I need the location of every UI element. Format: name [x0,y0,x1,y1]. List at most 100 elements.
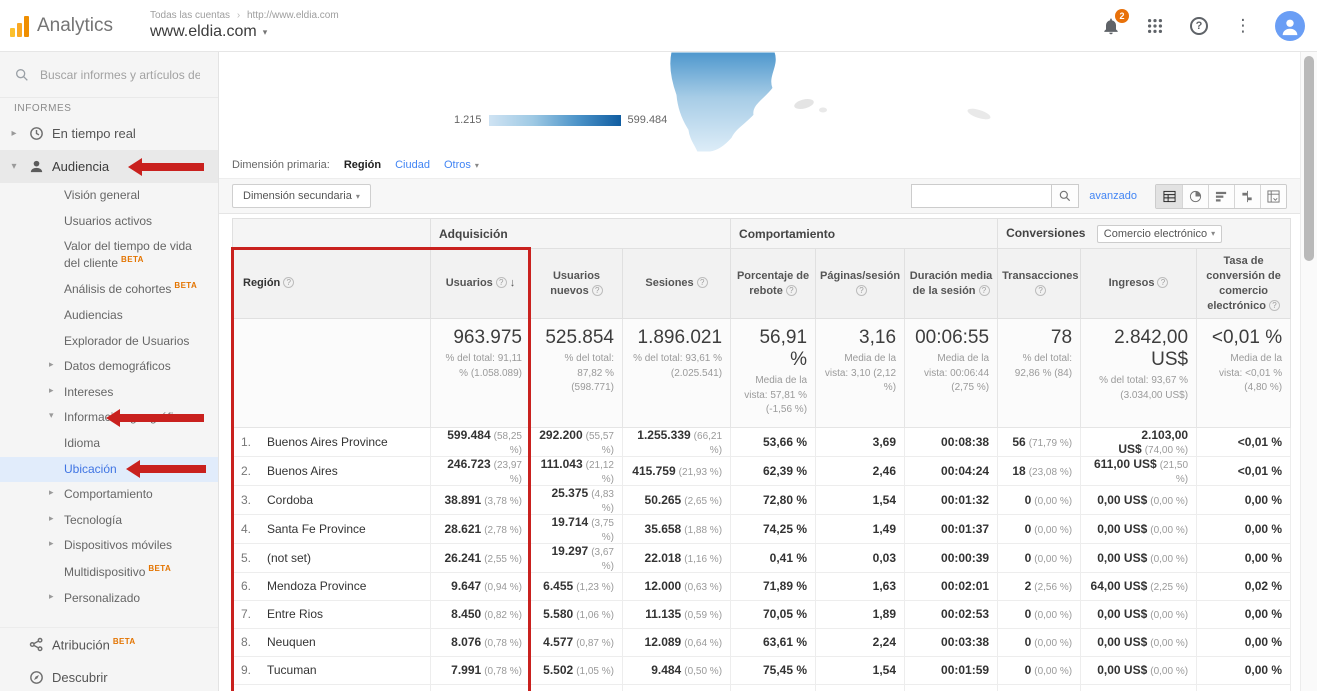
caret-right-icon[interactable]: ▸ [49,513,54,525]
pivot-view-button[interactable] [1260,185,1286,208]
sidebar-item-valor-tiempo-vida[interactable]: Valor del tiempo de vida del clienteBETA [0,234,218,276]
column-header-sesiones[interactable]: Sesiones? [623,249,731,319]
sidebar-item-audiencias[interactable]: Audiencias [0,303,218,329]
group-comportamiento: Comportamiento [731,219,998,249]
analytics-logo[interactable]: Analytics [10,15,140,37]
sidebar-item-en-tiempo-real[interactable]: ▸En tiempo real [0,117,218,150]
region-name-link[interactable]: Tucuman [267,663,317,677]
dimension-region[interactable]: Región [344,159,381,171]
sidebar-item-comportamiento[interactable]: ▸Comportamiento [0,482,218,508]
region-name-link[interactable]: Buenos Aires Province [267,435,388,449]
table-search-button[interactable] [1051,184,1079,208]
sidebar-item-atribucion[interactable]: AtribuciónBETA [0,627,218,661]
sidebar-search[interactable] [0,52,218,98]
help-icon[interactable]: ? [1157,277,1168,288]
apps-grid-button[interactable] [1143,14,1167,38]
column-header-porcentaje-rebote[interactable]: Porcentaje de rebote? [731,249,816,319]
column-header-paginas-sesion[interactable]: Páginas/sesión? [816,249,905,319]
region-name-link[interactable]: Entre Rios [267,607,323,621]
caret-right-icon[interactable]: ▸ [49,487,54,499]
column-header-region[interactable]: Región? [233,249,431,319]
help-icon[interactable]: ? [979,285,990,296]
conversions-type-select[interactable]: Comercio electrónico ▾ [1097,225,1222,243]
caret-right-icon[interactable]: ▸ [49,359,54,371]
metric-cell-porcentaje-rebote: 62,39 % [731,456,816,485]
user-avatar[interactable] [1275,11,1305,41]
caret-right-icon[interactable]: ▸ [49,538,54,550]
more-menu-button[interactable]: ⋮ [1231,14,1255,38]
metric-value: 0 [1025,522,1032,536]
advanced-search-link[interactable]: avanzado [1089,190,1137,202]
secondary-dimension-button[interactable]: Dimensión secundaria ▾ [232,184,371,208]
column-header-tasa-conversion[interactable]: Tasa de conversión de comercio electróni… [1197,249,1291,319]
notifications-button[interactable]: 2 [1099,14,1123,38]
sidebar-item-personalizado[interactable]: ▸Personalizado [0,586,218,612]
region-name-link[interactable]: Mendoza Province [267,579,366,593]
sidebar-item-analisis-cohortes[interactable]: Análisis de cohortesBETA [0,276,218,303]
caret-right-icon[interactable]: ▸ [8,128,20,139]
sidebar-item-label: Valor del tiempo de vida del clienteBETA [64,239,200,271]
metric-cell-ingresos: 64,00 US$(2,25 %) [1081,684,1197,691]
sidebar-item-dispositivos-moviles[interactable]: ▸Dispositivos móviles [0,533,218,559]
metric-cell-usuarios: 38.891(3,78 %) [431,485,531,514]
metric-value: 70,05 % [763,607,807,621]
metric-cell-usuarios: 6.347(0,62 %) [431,684,531,691]
help-icon[interactable]: ? [697,277,708,288]
region-name-link[interactable]: Buenos Aires [267,464,338,478]
help-icon[interactable]: ? [283,277,294,288]
region-name-link[interactable]: Neuquen [267,635,316,649]
help-icon[interactable]: ? [496,277,507,288]
percentage-view-button[interactable] [1182,185,1208,208]
summary-value: 3,16 [824,327,896,349]
help-icon[interactable]: ? [592,285,603,296]
sidebar-item-tecnologia[interactable]: ▸Tecnología [0,508,218,534]
region-name-link[interactable]: (not set) [267,551,311,565]
help-icon[interactable]: ? [786,285,797,296]
scrollbar-thumb[interactable] [1304,56,1314,261]
metric-value: 00:02:01 [941,579,989,593]
help-button[interactable]: ? [1187,14,1211,38]
table-view-button[interactable] [1156,185,1182,208]
column-header-transacciones[interactable]: Transacciones? [998,249,1081,319]
sidebar-item-explorador-usuarios[interactable]: Explorador de Usuarios [0,329,218,355]
sort-descending-icon[interactable]: ↓ [510,277,516,289]
caret-right-icon[interactable]: ▸ [49,385,54,397]
caret-down-icon[interactable]: ▾ [49,410,54,422]
help-icon[interactable]: ? [856,285,867,296]
sidebar-item-multidispositivo[interactable]: MultidispositivoBETA [0,559,218,586]
sidebar-item-idioma[interactable]: Idioma [0,431,218,457]
metric-value: 0,00 % [1245,551,1282,565]
caret-down-icon[interactable]: ▾ [8,161,20,172]
sidebar-search-input[interactable] [40,68,200,82]
metric-cell-usuarios-nuevos: 111.043(21,12 %) [531,456,623,485]
sidebar-item-descubrir[interactable]: Descubrir [0,661,218,691]
sidebar-item-datos-demograficos[interactable]: ▸Datos demográficos [0,354,218,380]
metric-value: 7.991 [451,663,481,677]
comparison-view-button[interactable] [1234,185,1260,208]
region-name-link[interactable]: Santa Fe Province [267,522,366,536]
metric-cell-ingresos: 0,00 US$(0,00 %) [1081,600,1197,628]
performance-view-button[interactable] [1208,185,1234,208]
sidebar-item-vision-general[interactable]: Visión general [0,183,218,209]
dimension-otros[interactable]: Otros▾ [444,159,479,171]
dimension-ciudad[interactable]: Ciudad [395,159,430,171]
sidebar-item-intereses[interactable]: ▸Intereses [0,380,218,406]
breadcrumb-accounts[interactable]: Todas las cuentas [150,10,230,21]
table-search-input[interactable] [911,184,1051,208]
region-cell: 2.Buenos Aires [233,456,431,485]
account-selector[interactable]: www.eldia.com ▾ [150,23,339,41]
column-header-usuarios[interactable]: Usuarios?↓ [431,249,531,319]
help-icon[interactable]: ? [1269,300,1280,311]
caret-right-icon[interactable]: ▸ [49,591,54,603]
sidebar-item-usuarios-activos[interactable]: Usuarios activos [0,209,218,235]
breadcrumb[interactable]: Todas las cuentas › http://www.eldia.com [150,10,339,21]
primary-dimension-row: Dimensión primaria: Región Ciudad Otros▾ [219,152,1300,178]
map-canvas[interactable] [219,52,1300,152]
table-row: 10.Rio Negro6.347(0,62 %)3.634(0,69 %)9.… [233,684,1291,691]
column-header-ingresos[interactable]: Ingresos? [1081,249,1197,319]
help-icon[interactable]: ? [1035,285,1046,296]
breadcrumb-property[interactable]: http://www.eldia.com [247,10,339,21]
column-header-usuarios-nuevos[interactable]: Usuarios nuevos? [531,249,623,319]
column-header-duracion-media[interactable]: Duración media de la sesión? [905,249,998,319]
region-name-link[interactable]: Cordoba [267,493,313,507]
